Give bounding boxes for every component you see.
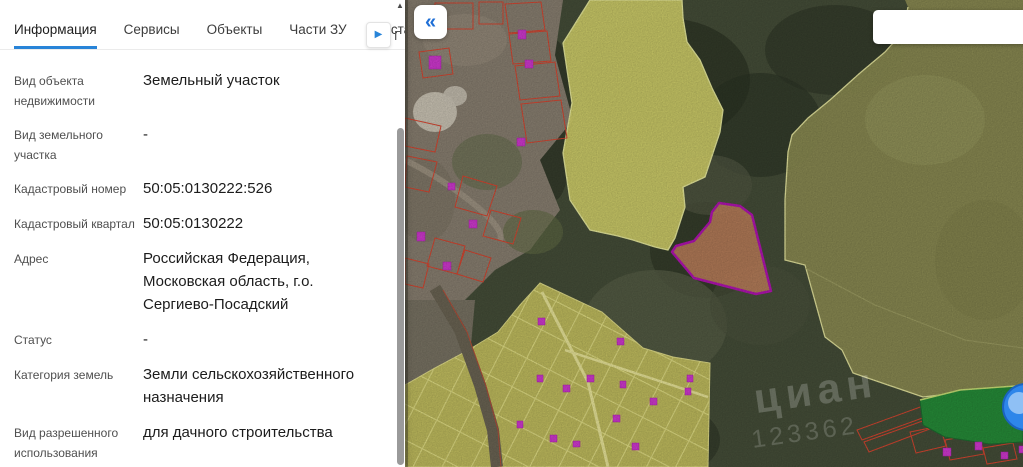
tab-information[interactable]: Информация [14,22,97,49]
search-bar[interactable] [873,10,1023,44]
field-row-address: Адрес Российская Федерация, Московская о… [14,247,379,316]
tab-objects[interactable]: Объекты [207,22,263,49]
field-value: для дачного строительства [143,421,379,444]
field-row-status: Статус - [14,328,379,351]
field-list: Вид объекта недвижимости Земельный участ… [0,50,405,467]
field-row-cadastral-number: Кадастровый номер 50:05:0130222:526 [14,177,379,200]
field-value: Земли сельскохозяйственного назначения [143,363,379,409]
map-canvas[interactable]: циан 123362 « [405,0,1023,467]
scrollbar-thumb[interactable] [397,128,404,465]
field-label: Кадастровый номер [14,177,136,199]
map-left-seam [405,0,408,467]
cadastral-map-app: циан 123362 « Информация Сервисы Объекты… [0,0,1023,467]
field-row-permitted-use: Вид разрешенного использования для дачно… [14,421,379,463]
field-value: 50:05:0130222:526 [143,177,379,200]
field-label: Кадастровый квартал [14,212,136,234]
panel-tabs: Информация Сервисы Объекты Части ЗУ Сост… [0,0,405,50]
field-label: Вид объекта недвижимости [14,69,136,111]
satellite-map: циан 123362 [405,0,1023,467]
field-label: Категория земель [14,363,136,385]
tab-services[interactable]: Сервисы [124,22,180,49]
field-label: Вид земельного участка [14,123,136,165]
next-tabs-button[interactable]: ▶ [366,22,391,48]
field-value: Российская Федерация, Московская область… [143,247,379,316]
noise-overlay [405,0,1023,467]
field-row-cadastral-quarter: Кадастровый квартал 50:05:0130222 [14,212,379,235]
field-value: 50:05:0130222 [143,212,379,235]
field-value: - [143,328,379,351]
field-label: Статус [14,328,136,350]
panel-scrollbar[interactable]: ▲ [395,0,405,467]
object-info-panel: Информация Сервисы Объекты Части ЗУ Сост… [0,0,405,467]
field-value: Земельный участок [143,69,379,92]
field-row-object-kind: Вид объекта недвижимости Земельный участ… [14,69,379,111]
scroll-up-icon[interactable]: ▲ [395,1,405,10]
field-row-parcel-kind: Вид земельного участка - [14,123,379,165]
field-label: Вид разрешенного использования [14,421,136,463]
tab-parcel-parts[interactable]: Части ЗУ [289,22,346,49]
field-label: Адрес [14,247,136,269]
field-value: - [143,123,379,146]
collapse-panel-button[interactable]: « [414,5,447,39]
field-row-land-category: Категория земель Земли сельскохозяйствен… [14,363,379,409]
